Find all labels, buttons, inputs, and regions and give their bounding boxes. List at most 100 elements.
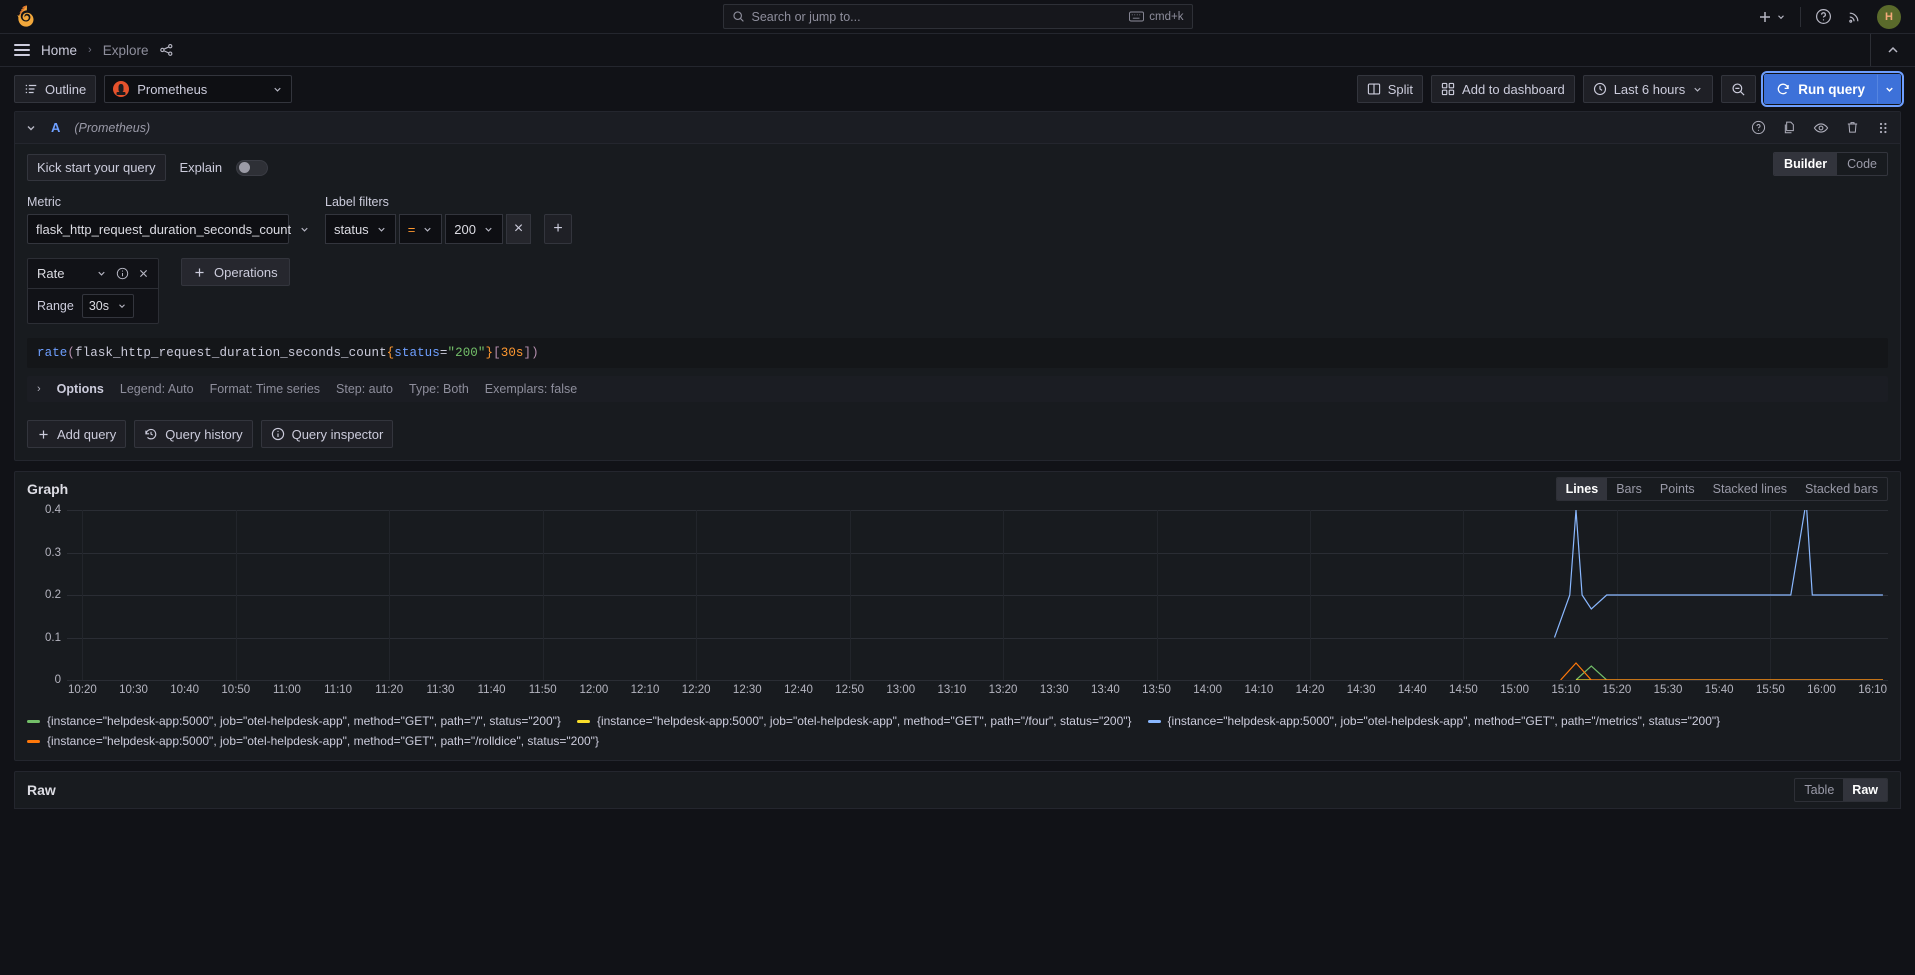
legend-series-label: {instance="helpdesk-app:5000", job="otel… xyxy=(597,714,1132,728)
add-to-dashboard-button[interactable]: Add to dashboard xyxy=(1431,75,1575,103)
info-circle-icon[interactable] xyxy=(116,267,129,280)
run-query-button[interactable]: Run query xyxy=(1764,74,1877,104)
raw-mode-table[interactable]: Table xyxy=(1795,779,1843,801)
operation-range-label: Range xyxy=(37,299,74,313)
graph-mode-stacked-lines[interactable]: Stacked lines xyxy=(1704,478,1796,500)
x-axis-tick-label: 13:00 xyxy=(886,684,915,696)
label-filter-value-select[interactable]: 200 xyxy=(445,214,503,244)
search-shortcut: cmd+k xyxy=(1129,11,1183,23)
option-exemplars: Exemplars: false xyxy=(485,382,577,396)
x-axis-tick-label: 13:10 xyxy=(938,684,967,696)
x-axis-tick-label: 12:00 xyxy=(579,684,608,696)
query-history-label: Query history xyxy=(165,427,242,442)
zoom-out-button[interactable] xyxy=(1721,75,1756,103)
split-button[interactable]: Split xyxy=(1357,75,1423,103)
expr-label-key: status xyxy=(394,346,440,360)
datasource-picker[interactable]: Prometheus xyxy=(104,75,292,103)
x-axis-tick-label: 11:20 xyxy=(375,684,403,696)
time-range-label: Last 6 hours xyxy=(1614,82,1686,97)
raw-panel-header: Raw Table Raw xyxy=(15,772,1900,808)
metric-select[interactable]: flask_http_request_duration_seconds_coun… xyxy=(27,214,289,244)
search-input[interactable]: Search or jump to... cmd+k xyxy=(723,4,1193,29)
editor-mode-builder[interactable]: Builder xyxy=(1774,153,1837,175)
x-axis-tick-label: 15:40 xyxy=(1705,684,1734,696)
expr-close-bracket: ] xyxy=(524,346,532,360)
x-axis-tick-label: 10:50 xyxy=(221,684,250,696)
run-query-label: Run query xyxy=(1798,82,1865,97)
gridline-horizontal xyxy=(67,680,1888,681)
options-expand-caret[interactable]: › xyxy=(37,383,41,395)
help-circle-icon[interactable] xyxy=(1751,120,1766,135)
drag-handle-icon[interactable] xyxy=(1876,121,1890,135)
hamburger-menu-icon[interactable] xyxy=(14,44,30,56)
operation-range-value: 30s xyxy=(89,299,109,313)
eye-icon[interactable] xyxy=(1813,120,1829,136)
x-axis-tick-label: 13:40 xyxy=(1091,684,1120,696)
query-ref-id[interactable]: A xyxy=(51,120,60,135)
legend-item[interactable]: {instance="helpdesk-app:5000", job="otel… xyxy=(1148,714,1721,728)
query-options-row[interactable]: › Options Legend: Auto Format: Time seri… xyxy=(27,376,1888,402)
x-axis-tick-label: 15:50 xyxy=(1756,684,1785,696)
query-history-button[interactable]: Query history xyxy=(134,420,252,448)
operations-button[interactable]: Operations xyxy=(181,258,290,286)
add-query-button[interactable]: Add query xyxy=(27,420,126,448)
label-filters-field: Label filters status = xyxy=(325,195,572,244)
breadcrumb-home[interactable]: Home xyxy=(41,43,77,58)
query-fields: Metric flask_http_request_duration_secon… xyxy=(27,195,1888,244)
breadcrumb-current: Explore xyxy=(103,43,149,58)
x-axis-tick-label: 14:50 xyxy=(1449,684,1478,696)
graph-legend: {instance="helpdesk-app:5000", job="otel… xyxy=(15,710,1900,760)
graph-plot-area[interactable]: 00.10.20.30.4 10:2010:3010:4010:5011:001… xyxy=(27,510,1888,710)
run-query-options-button[interactable] xyxy=(1877,74,1901,104)
x-axis-tick-label: 15:00 xyxy=(1500,684,1529,696)
x-axis-tick-label: 15:30 xyxy=(1654,684,1683,696)
search-placeholder: Search or jump to... xyxy=(752,10,1123,24)
query-editor-toprow: Kick start your query Explain xyxy=(27,154,1888,181)
legend-color-swatch xyxy=(1148,720,1161,723)
query-collapse-toggle[interactable] xyxy=(25,122,37,134)
chevron-up-icon[interactable] xyxy=(1870,34,1901,66)
graph-mode-points[interactable]: Points xyxy=(1651,478,1704,500)
label-filter-row: status = 200 xyxy=(325,214,572,244)
label-filter-key-select[interactable]: status xyxy=(325,214,396,244)
x-axis-tick-label: 14:30 xyxy=(1347,684,1376,696)
trash-icon[interactable] xyxy=(1845,120,1860,135)
x-axis-tick-label: 11:50 xyxy=(529,684,557,696)
outline-button[interactable]: Outline xyxy=(14,75,96,103)
legend-item[interactable]: {instance="helpdesk-app:5000", job="otel… xyxy=(27,734,599,748)
operation-range-select[interactable]: 30s xyxy=(82,294,134,318)
history-icon xyxy=(144,427,158,441)
zoom-out-icon xyxy=(1731,82,1746,97)
query-datasource-note: (Prometheus) xyxy=(74,121,150,135)
time-range-picker[interactable]: Last 6 hours xyxy=(1583,75,1714,103)
duplicate-icon[interactable] xyxy=(1782,120,1797,135)
label-filters-label: Label filters xyxy=(325,195,572,209)
operation-card-rate: Rate Range 30s xyxy=(27,258,159,324)
close-icon[interactable] xyxy=(138,268,149,279)
query-inspector-button[interactable]: Query inspector xyxy=(261,420,394,448)
legend-item[interactable]: {instance="helpdesk-app:5000", job="otel… xyxy=(27,714,561,728)
share-nodes-icon[interactable] xyxy=(159,43,174,58)
refresh-icon xyxy=(1776,82,1790,96)
query-expression-preview[interactable]: rate(flask_http_request_duration_seconds… xyxy=(27,338,1888,368)
graph-mode-lines[interactable]: Lines xyxy=(1557,478,1608,500)
x-axis-tick-label: 16:00 xyxy=(1807,684,1836,696)
graph-mode-stacked-bars[interactable]: Stacked bars xyxy=(1796,478,1887,500)
editor-mode-code[interactable]: Code xyxy=(1837,153,1887,175)
legend-color-swatch xyxy=(27,720,40,723)
x-axis-tick-label: 15:10 xyxy=(1551,684,1580,696)
legend-series-label: {instance="helpdesk-app:5000", job="otel… xyxy=(47,734,599,748)
add-label-filter-button[interactable]: + xyxy=(544,214,572,244)
raw-mode-raw[interactable]: Raw xyxy=(1843,779,1887,801)
x-axis-tick-label: 11:10 xyxy=(324,684,352,696)
query-row-header: A (Prometheus) xyxy=(15,112,1900,144)
chevron-down-icon[interactable] xyxy=(96,268,107,279)
label-filter-operator-select[interactable]: = xyxy=(399,214,443,244)
kick-start-query-button[interactable]: Kick start your query xyxy=(27,154,166,181)
label-filter-value: 200 xyxy=(454,222,476,237)
explain-toggle[interactable] xyxy=(236,160,268,176)
graph-mode-bars[interactable]: Bars xyxy=(1607,478,1651,500)
option-type: Type: Both xyxy=(409,382,469,396)
remove-label-filter-button[interactable]: × xyxy=(506,214,531,244)
legend-item[interactable]: {instance="helpdesk-app:5000", job="otel… xyxy=(577,714,1132,728)
